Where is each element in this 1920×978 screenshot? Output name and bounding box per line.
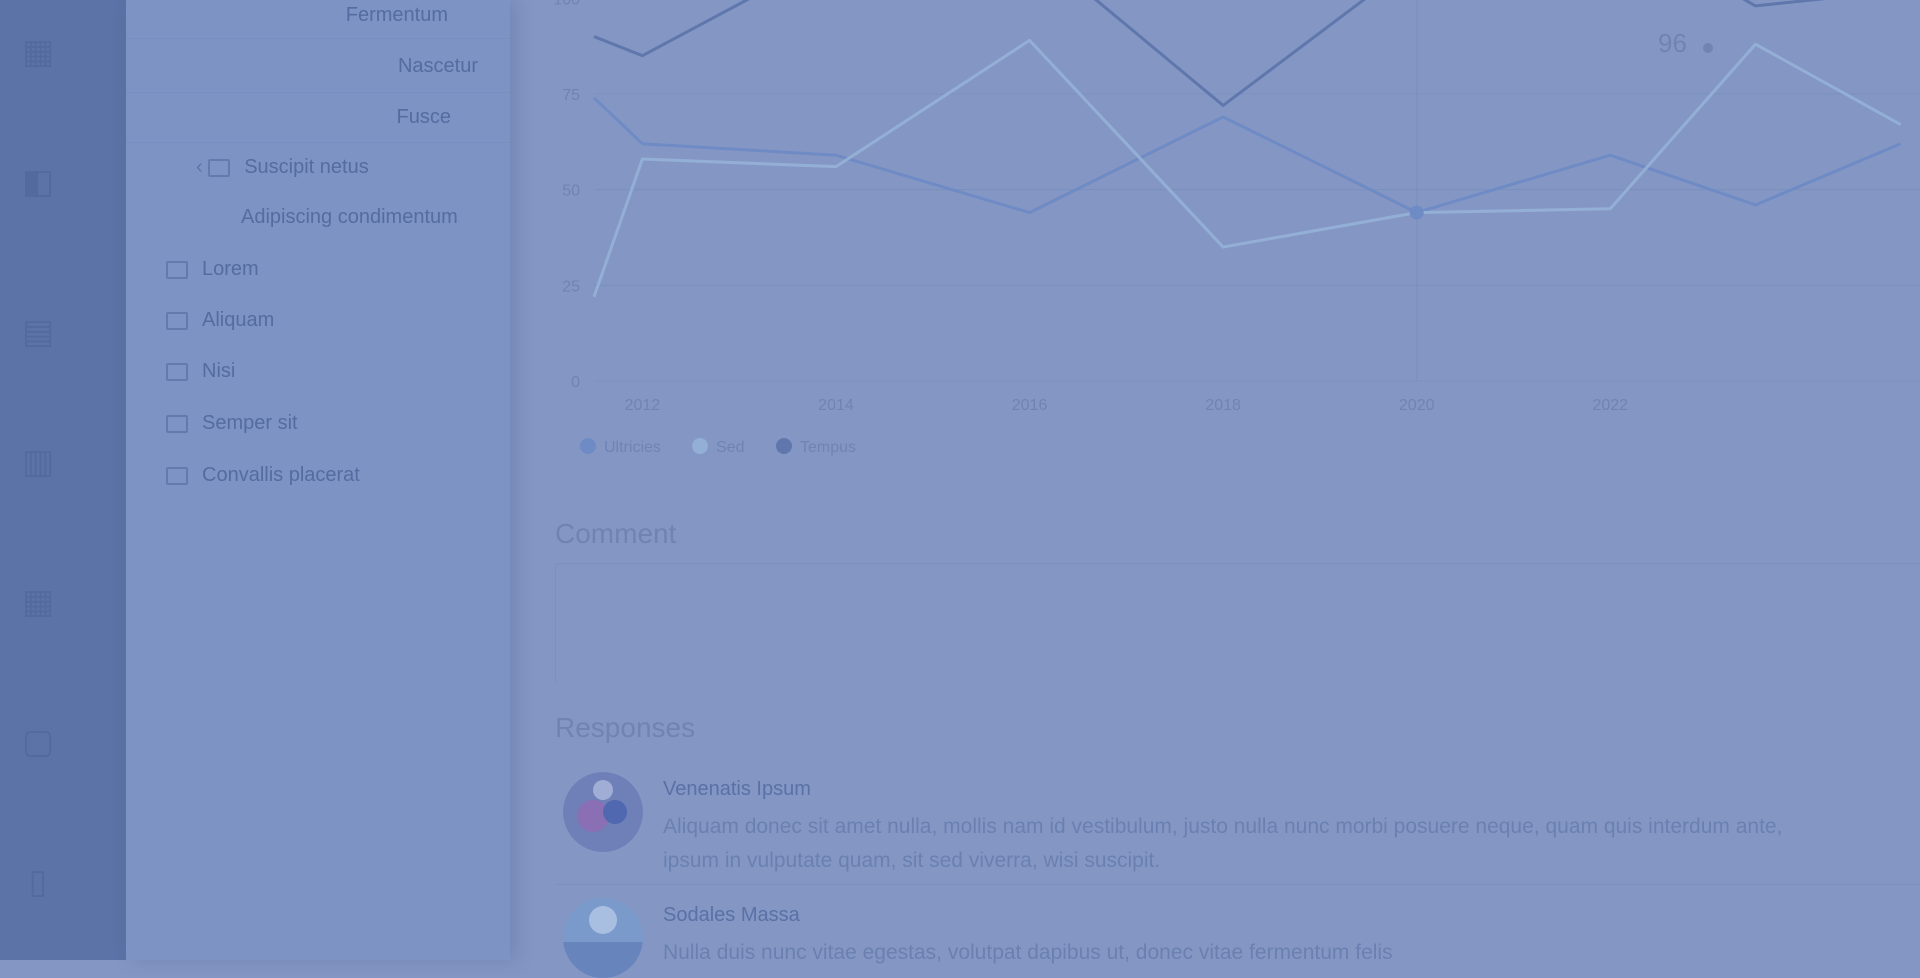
response-divider bbox=[555, 884, 1920, 885]
response-text-line: ipsum in vulputate quam, sit sed viverra… bbox=[663, 849, 1161, 872]
y-tick-label: 25 bbox=[562, 278, 580, 295]
tooltip-label: 96 bbox=[1658, 28, 1687, 58]
table-icon[interactable]: ▦ bbox=[16, 580, 60, 624]
comment-title: Comment bbox=[555, 518, 677, 549]
x-tick-label: 2020 bbox=[1399, 397, 1435, 414]
legend-label: Ultricies bbox=[604, 439, 661, 456]
series-line-ultricies bbox=[592, 96, 1902, 215]
tooltip-dot bbox=[1703, 43, 1713, 53]
legend-swatch bbox=[692, 438, 708, 454]
line-chart: 0 25 50 75 100 2012 2014 2016 2018 2020 2022 96 Ultr… bbox=[553, 0, 1920, 456]
data-point-marker bbox=[1409, 205, 1424, 220]
response-author: Venenatis Ipsum bbox=[663, 778, 811, 800]
response-text-line: Aliquam donec sit amet nulla, mollis nam… bbox=[663, 815, 1783, 838]
response-text: Aliquam donec sit amet nulla, mollis nam… bbox=[663, 810, 1920, 878]
responses-title: Responses bbox=[555, 712, 696, 743]
x-tick-label: 2012 bbox=[625, 397, 661, 414]
response-author: Sodales Massa bbox=[663, 904, 800, 926]
mobile-icon[interactable]: ▯ bbox=[16, 860, 60, 904]
comment-input[interactable] bbox=[555, 563, 1920, 684]
avatar[interactable] bbox=[563, 898, 643, 978]
x-tick-label: 2022 bbox=[1592, 397, 1628, 414]
legend-swatch bbox=[580, 438, 596, 454]
response-text: Nulla duis nunc vitae egestas, volutpat … bbox=[663, 936, 1920, 970]
x-tick-label: 2014 bbox=[818, 397, 854, 414]
legend-label: Sed bbox=[716, 439, 744, 456]
legend-label: Tempus bbox=[800, 439, 856, 456]
avatar[interactable] bbox=[563, 772, 643, 852]
series-line-sed bbox=[592, 38, 1902, 298]
response-text-line: Nulla duis nunc vitae egestas, volutpat … bbox=[663, 941, 1393, 964]
legend-swatch bbox=[776, 438, 792, 454]
y-tick-label: 0 bbox=[571, 374, 580, 391]
y-tick-label: 75 bbox=[562, 87, 580, 104]
y-tick-label: 100 bbox=[553, 0, 580, 8]
x-tick-label: 2016 bbox=[1012, 397, 1048, 414]
x-tick-label: 2018 bbox=[1205, 397, 1241, 414]
series-line-tempus bbox=[593, 0, 1826, 107]
y-tick-label: 50 bbox=[562, 183, 580, 200]
chat-icon[interactable]: ▢ bbox=[16, 720, 60, 764]
